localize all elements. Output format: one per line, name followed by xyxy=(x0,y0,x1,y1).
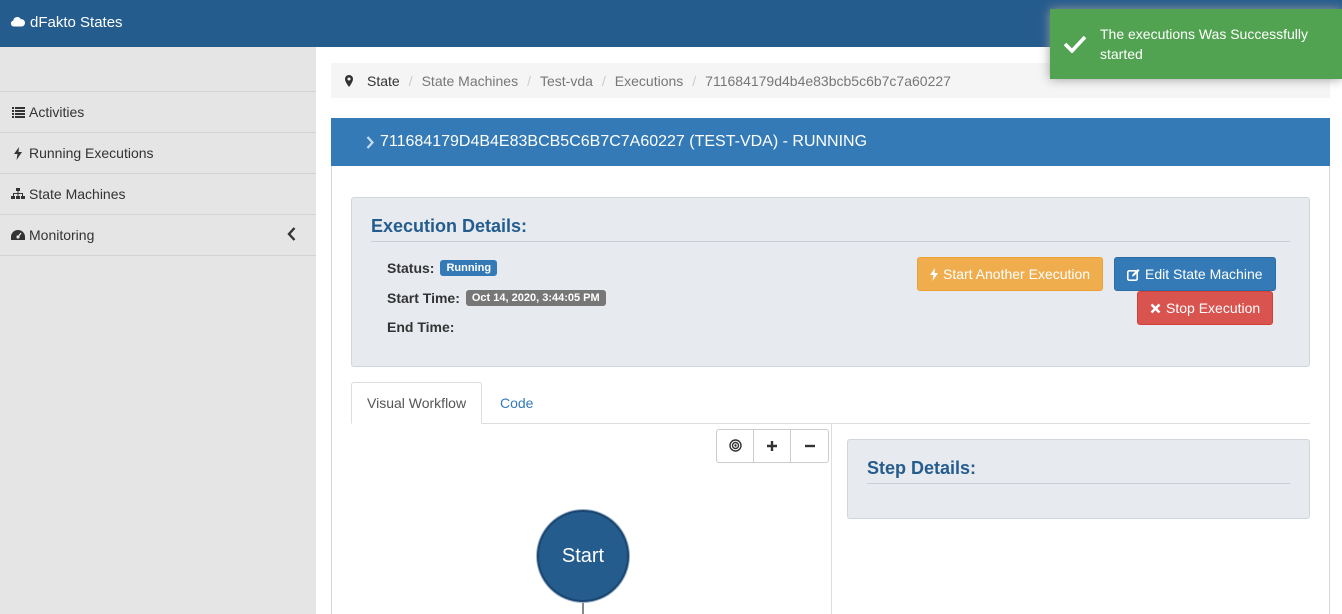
button-label: Edit State Machine xyxy=(1145,266,1263,282)
workflow-start-node[interactable]: Start xyxy=(537,510,629,602)
brand-link[interactable]: dFakto States xyxy=(10,14,123,31)
breadcrumb-item-executions[interactable]: Executions xyxy=(615,73,683,89)
edit-icon xyxy=(1127,268,1140,281)
breadcrumb-separator: / xyxy=(408,72,413,89)
brand-label: dFakto States xyxy=(30,14,123,31)
times-icon xyxy=(1150,303,1161,314)
bolt-icon xyxy=(11,146,25,160)
list-icon xyxy=(11,105,25,119)
sidebar: Activities Running Executions State Mach… xyxy=(0,47,316,614)
end-time-label: End Time: xyxy=(387,319,455,335)
sidebar-spacer xyxy=(0,47,316,92)
breadcrumb-separator: / xyxy=(527,72,531,89)
breadcrumb-separator: / xyxy=(601,72,606,89)
step-details-well: Step Details: xyxy=(847,439,1310,519)
button-label: Stop Execution xyxy=(1166,300,1261,316)
recenter-button[interactable] xyxy=(717,430,754,462)
start-time-badge: Oct 14, 2020, 3:44:05 PM xyxy=(465,290,606,306)
bolt-icon xyxy=(930,267,938,281)
sidebar-item-activities[interactable]: Activities xyxy=(0,92,316,133)
start-node-label: Start xyxy=(561,544,605,567)
step-details-heading: Step Details: xyxy=(867,458,977,478)
end-time-row: End Time: xyxy=(387,319,460,335)
divider xyxy=(867,483,1290,484)
sidebar-item-running-executions[interactable]: Running Executions xyxy=(0,133,316,174)
tab-visual-workflow[interactable]: Visual Workflow xyxy=(351,382,483,424)
zoom-controls xyxy=(716,429,829,463)
sidebar-item-label: Running Executions xyxy=(29,145,154,161)
start-another-execution-button[interactable]: Start Another Execution xyxy=(917,257,1104,291)
status-row: Status: Running xyxy=(387,260,498,276)
column-divider xyxy=(831,424,832,614)
chevron-right-icon xyxy=(366,135,374,149)
breadcrumb-separator: / xyxy=(692,72,697,89)
edit-state-machine-button[interactable]: Edit State Machine xyxy=(1114,257,1276,291)
status-badge: Running xyxy=(440,260,498,276)
sidebar-item-label: Monitoring xyxy=(29,227,95,243)
breadcrumb-item-state[interactable]: State xyxy=(367,73,400,89)
breadcrumb-item-state-machines[interactable]: State Machines xyxy=(422,73,519,89)
status-label: Status: xyxy=(387,260,435,276)
panel-title: 711684179D4B4E83BCB5C6B7C7A60227 (TEST-V… xyxy=(380,133,868,150)
stop-execution-button[interactable]: Stop Execution xyxy=(1137,291,1274,325)
divider xyxy=(371,241,1290,242)
start-time-label: Start Time: xyxy=(387,290,460,306)
success-toast[interactable]: The executions Was Successfully started xyxy=(1050,9,1342,79)
check-icon xyxy=(1050,35,1100,53)
start-time-row: Start Time: Oct 14, 2020, 3:44:05 PM xyxy=(387,290,606,306)
sitemap-icon xyxy=(11,187,25,201)
sidebar-item-state-machines[interactable]: State Machines xyxy=(0,174,316,215)
button-label: Start Another Execution xyxy=(943,266,1091,282)
dashboard-icon xyxy=(11,228,25,242)
toast-message: The executions Was Successfully started xyxy=(1100,26,1309,62)
breadcrumb-item-state-machine[interactable]: Test-vda xyxy=(540,73,593,89)
sidebar-item-label: Activities xyxy=(29,104,85,120)
execution-details-heading: Execution Details: xyxy=(371,216,528,236)
breadcrumb-item-execution-id: 711684179d4b4e83bcb5c6b7c7a60227 xyxy=(705,72,951,89)
chevron-left-icon[interactable] xyxy=(287,227,296,244)
sidebar-item-monitoring[interactable]: Monitoring xyxy=(0,215,316,256)
bullseye-icon xyxy=(728,436,742,457)
map-marker-icon xyxy=(345,74,353,87)
plus-icon xyxy=(766,436,778,457)
workflow-edge xyxy=(582,603,584,614)
cloud-icon xyxy=(10,14,25,31)
tab-code[interactable]: Code xyxy=(485,382,548,424)
zoom-in-button[interactable] xyxy=(754,430,791,462)
minus-icon xyxy=(804,436,816,457)
panel-header: 711684179D4B4E83BCB5C6B7C7A60227 (TEST-V… xyxy=(331,118,1330,166)
sidebar-item-label: State Machines xyxy=(29,186,126,202)
zoom-out-button[interactable] xyxy=(791,430,828,462)
